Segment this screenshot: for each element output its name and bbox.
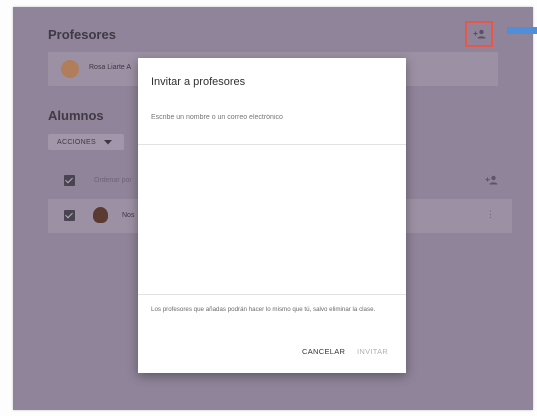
dialog-title: Invitar a profesores (151, 76, 246, 88)
person-add-icon[interactable] (485, 175, 498, 185)
student-name: Nos (122, 212, 135, 219)
student-checkbox[interactable] (64, 210, 75, 221)
select-all-checkbox[interactable] (64, 175, 75, 186)
sort-label[interactable]: Ordenar por (94, 177, 132, 184)
dialog-notice: Los profesores que añadas podrán hacer l… (151, 306, 376, 313)
teacher-search-input[interactable] (151, 114, 391, 121)
divider (138, 144, 406, 145)
teacher-name: Rosa Liarte A (89, 64, 132, 71)
invite-teachers-dialog: Invitar a profesores Los profesores que … (138, 58, 406, 373)
teachers-section-title: Profesores (48, 27, 116, 42)
actions-label: ACCIONES (57, 138, 96, 146)
invite-teacher-button[interactable] (465, 21, 493, 47)
students-section-title: Alumnos (48, 108, 104, 123)
blue-tab[interactable] (507, 27, 537, 34)
screenshot-frame: Profesores Rosa Liarte A Alumnos ACCIONE… (0, 0, 537, 416)
arrow-drop-down-icon (103, 139, 112, 144)
person-add-icon (473, 29, 485, 39)
actions-dropdown[interactable]: ACCIONES (48, 134, 124, 150)
more-vert-icon[interactable]: ⋮ (486, 210, 495, 219)
divider (138, 294, 406, 295)
avatar (61, 60, 79, 78)
invite-button[interactable]: INVITAR (357, 347, 388, 356)
cancel-button[interactable]: CANCELAR (302, 347, 345, 356)
avatar (93, 207, 108, 223)
